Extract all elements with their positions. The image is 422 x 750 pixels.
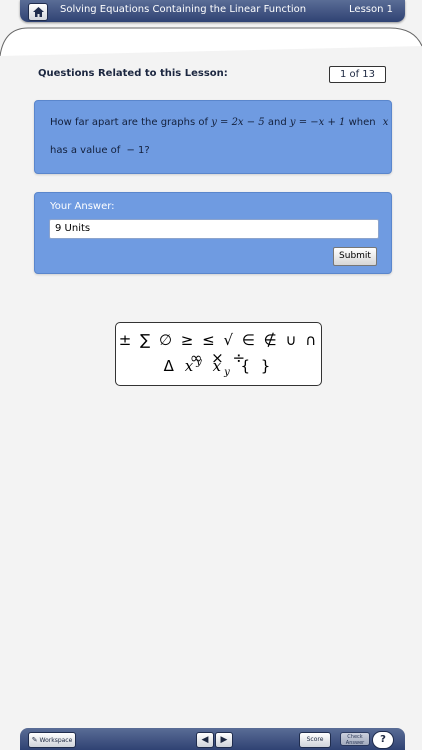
score-button[interactable]: Score: [299, 732, 331, 748]
answer-label: Your Answer:: [50, 201, 115, 212]
workspace-button[interactable]: ✎ Workspace: [28, 732, 76, 748]
pencil-icon: ✎: [31, 736, 38, 744]
braces-symbol[interactable]: { }: [241, 357, 274, 375]
question-text-2: has a value of: [50, 145, 121, 156]
delta-symbol[interactable]: Δ: [164, 357, 177, 375]
help-button[interactable]: ?: [372, 731, 394, 749]
top-bar: Solving Equations Containing the Linear …: [20, 0, 405, 22]
superscript-symbol[interactable]: xy: [185, 357, 205, 375]
bottom-bar: ✎ Workspace ◀ ▶ Score Check Answer ?: [20, 728, 405, 750]
symbol-row-2[interactable]: Δ xy xy { }: [116, 357, 321, 378]
check-answer-button[interactable]: Check Answer: [340, 732, 370, 746]
question-pager: 1 of 13: [329, 66, 386, 83]
previous-button[interactable]: ◀: [196, 732, 214, 748]
question-variable: x: [382, 117, 389, 128]
question-line-1: How far apart are the graphs of y = 2x −…: [50, 117, 388, 128]
header-panel: [0, 27, 422, 56]
submit-button[interactable]: Submit: [333, 247, 377, 266]
answer-card: Your Answer: Submit: [34, 192, 392, 274]
question-when: when: [348, 117, 376, 128]
question-value: − 1?: [126, 145, 150, 156]
section-title: Questions Related to this Lesson:: [38, 68, 228, 79]
lesson-title: Solving Equations Containing the Linear …: [60, 4, 307, 15]
home-button[interactable]: [28, 3, 48, 21]
question-line-2: has a value of − 1?: [50, 145, 150, 156]
question-and: and: [267, 117, 287, 128]
arrow-left-icon: ◀: [201, 735, 209, 745]
question-text: How far apart are the graphs of: [50, 117, 208, 128]
home-icon: [32, 7, 44, 17]
next-button[interactable]: ▶: [215, 732, 233, 748]
subscript-symbol[interactable]: xy: [213, 357, 233, 378]
equation-1: y = 2x − 5: [211, 117, 265, 128]
arrow-right-icon: ▶: [220, 735, 228, 745]
equation-2: y = −x + 1: [289, 117, 346, 128]
lesson-number: Lesson 1: [349, 4, 393, 15]
symbol-palette[interactable]: ± ∑ ∅ ≥ ≤ √ ∈ ∉ ∪ ∩ ∞ × ÷ Δ xy xy { }: [115, 322, 322, 386]
answer-input[interactable]: [49, 219, 379, 239]
question-card: How far apart are the graphs of y = 2x −…: [34, 100, 392, 174]
